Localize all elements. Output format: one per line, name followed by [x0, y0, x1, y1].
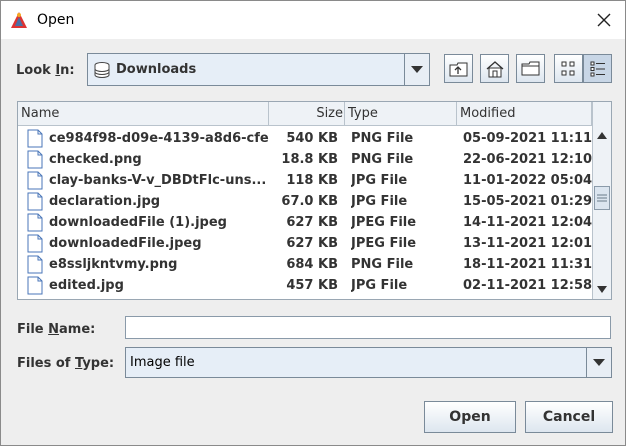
file-modified: 11-01-2022 05:04... [463, 173, 593, 188]
open-button[interactable]: Open [424, 401, 516, 433]
file-name: e8ssljkntvmy.png [49, 257, 178, 272]
file-list[interactable]: Name Size Type Modified ce984f98-d09e-41… [17, 101, 612, 300]
file-icon [27, 192, 43, 211]
table-row[interactable]: declaration.jpg 67.0 KB JPG File 15-05-2… [18, 191, 593, 212]
table-row[interactable]: ce984f98-d09e-4139-a8d6-cfe... 540 KB PN… [18, 128, 593, 149]
file-list-scrollbar[interactable] [592, 102, 611, 299]
file-name: downloadedFile.jpeg [49, 236, 202, 251]
file-name: ce984f98-d09e-4139-a8d6-cfe... [49, 131, 269, 146]
cancel-button[interactable]: Cancel [525, 401, 613, 433]
file-type: PNG File [351, 152, 414, 167]
file-modified: 14-11-2021 12:04... [463, 215, 593, 230]
title-bar[interactable]: Open [1, 1, 625, 39]
file-name: edited.jpg [49, 278, 124, 293]
table-row[interactable]: clay-banks-V-v_DBDtFlc-uns... 118 KB JPG… [18, 170, 593, 191]
chevron-up-icon [597, 131, 607, 139]
file-modified: 22-06-2021 12:10... [463, 152, 593, 167]
file-icon [27, 213, 43, 232]
column-header-modified[interactable]: Modified [457, 102, 592, 126]
file-modified: 15-05-2021 01:29... [463, 194, 593, 209]
file-type: PNG File [351, 257, 414, 272]
table-row[interactable]: edited.jpg 457 KB JPG File 02-11-2021 12… [18, 275, 593, 296]
look-in-label: Look In: [16, 63, 75, 78]
chevron-down-icon [597, 285, 607, 293]
file-size: 540 KB [286, 131, 338, 146]
scroll-up-button[interactable] [593, 126, 611, 144]
chevron-down-icon [593, 358, 605, 366]
chevron-down-icon [411, 65, 423, 73]
up-folder-button[interactable] [444, 54, 473, 83]
file-type: JPG File [351, 278, 408, 293]
new-folder-icon [521, 61, 539, 75]
details-view-icon [590, 61, 605, 76]
file-size: 457 KB [286, 278, 338, 293]
file-modified: 05-09-2021 11:11... [463, 131, 593, 146]
file-type: JPG File [351, 173, 408, 188]
table-row[interactable]: checked.png 18.8 KB PNG File 22-06-2021 … [18, 149, 593, 170]
open-dialog: Open Look In: Downloads Name Size Type M… [0, 0, 626, 446]
file-size: 118 KB [286, 173, 338, 188]
file-name: checked.png [49, 152, 142, 167]
home-icon [486, 60, 503, 77]
file-size: 627 KB [286, 215, 338, 230]
file-type-label: Files of Type: [17, 356, 115, 371]
look-in-combo[interactable]: Downloads [87, 53, 430, 86]
file-list-header: Name Size Type Modified [18, 102, 592, 126]
table-row[interactable]: downloadedFile.jpeg 627 KB JPEG File 13-… [18, 233, 593, 254]
file-icon [27, 255, 43, 274]
details-view-button[interactable] [583, 54, 612, 83]
look-in-dropdown-button[interactable] [404, 54, 429, 85]
column-header-type[interactable]: Type [345, 102, 457, 126]
window-title: Open [37, 12, 75, 28]
file-name: downloadedFile (1).jpeg [49, 215, 227, 230]
new-folder-button[interactable] [516, 54, 545, 83]
file-icon [27, 150, 43, 169]
file-size: 627 KB [286, 236, 338, 251]
table-row[interactable]: e8ssljkntvmy.png 684 KB PNG File 18-11-2… [18, 254, 593, 275]
file-size: 67.0 KB [281, 194, 338, 209]
file-size: 18.8 KB [281, 152, 338, 167]
file-type: JPG File [351, 194, 408, 209]
scroll-thumb[interactable] [594, 186, 610, 210]
file-name-label: File Name: [17, 322, 96, 337]
column-header-name[interactable]: Name [18, 102, 269, 126]
list-view-button[interactable] [554, 54, 583, 83]
drive-icon [94, 62, 110, 78]
file-icon [27, 171, 43, 190]
close-button[interactable] [587, 6, 621, 34]
file-type: JPEG File [351, 215, 417, 230]
file-type: JPEG File [351, 236, 417, 251]
file-type-value: Image file [130, 355, 195, 370]
file-type: PNG File [351, 131, 414, 146]
look-in-value: Downloads [116, 62, 197, 77]
file-name: clay-banks-V-v_DBDtFlc-uns... [49, 173, 267, 188]
file-modified: 18-11-2021 11:31... [463, 257, 593, 272]
file-type-combo[interactable]: Image file [125, 347, 612, 378]
file-type-dropdown-button[interactable] [586, 348, 611, 377]
up-folder-icon [449, 62, 467, 76]
file-name-field[interactable] [125, 316, 611, 339]
grip-icon [597, 194, 607, 202]
dialog-body: Look In: Downloads Name Size Type Modifi… [1, 39, 625, 445]
file-icon [27, 234, 43, 253]
list-view-icon [561, 61, 574, 75]
file-modified: 13-11-2021 12:01... [463, 236, 593, 251]
close-icon [597, 13, 611, 27]
file-name: declaration.jpg [49, 194, 161, 209]
file-icon [27, 276, 43, 295]
scroll-down-button[interactable] [593, 280, 611, 298]
column-header-size[interactable]: Size [269, 102, 345, 126]
table-row[interactable]: downloadedFile (1).jpeg 627 KB JPEG File… [18, 212, 593, 233]
file-size: 684 KB [286, 257, 338, 272]
java-app-icon [10, 11, 28, 29]
file-icon [27, 129, 43, 148]
file-modified: 02-11-2021 12:58... [463, 278, 593, 293]
home-button[interactable] [480, 54, 509, 83]
